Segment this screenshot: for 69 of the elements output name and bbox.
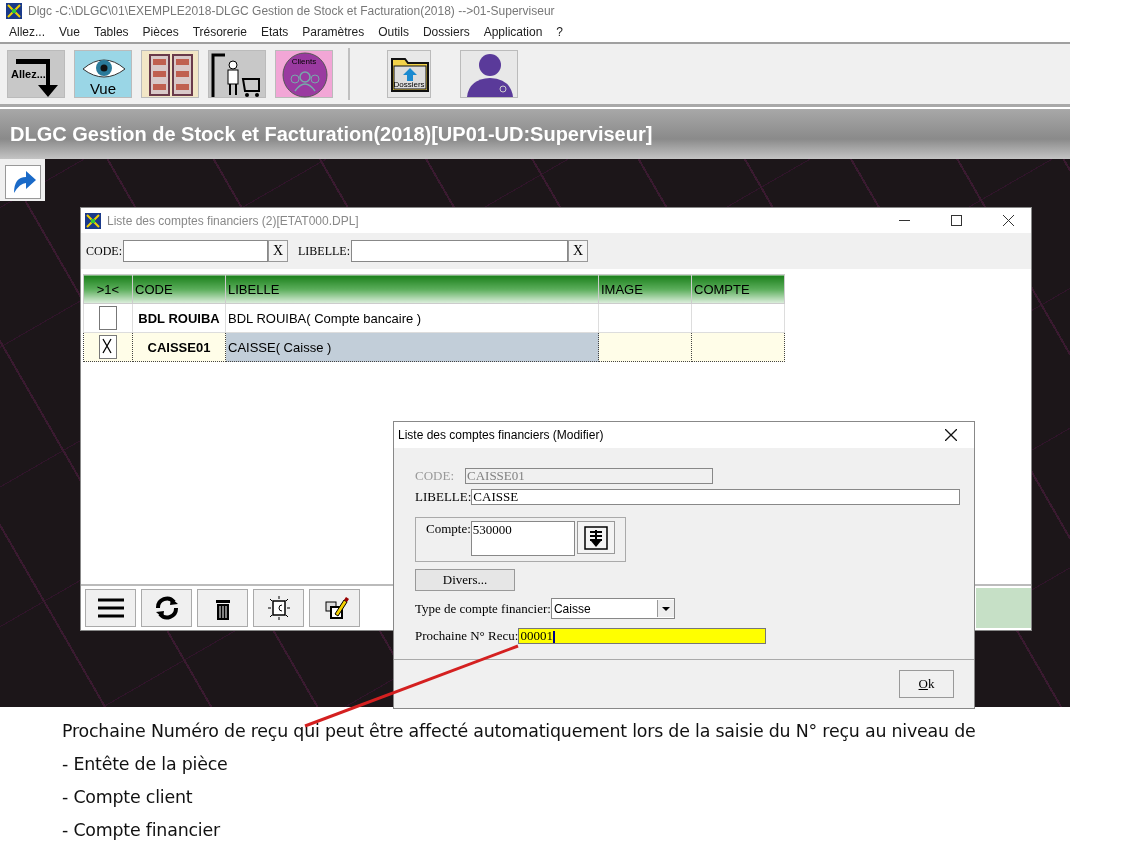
menu-item[interactable]: Etats [253,25,296,39]
table-cell: CAISSE( Caisse ) [225,332,599,362]
caret-icon [656,600,674,617]
menu-item[interactable]: Paramètres [295,25,372,39]
tool-button[interactable] [141,589,192,627]
column-header[interactable]: LIBELLE [225,274,599,304]
app-banner: DLGC Gestion de Stock et Facturation(2018)[UP01-UD:Superviseur] [0,109,1070,159]
status-panel [976,588,1031,628]
close-icon [1002,215,1014,226]
toolbar-button[interactable]: Allez... [7,50,65,98]
column-header[interactable]: IMAGE [598,274,692,304]
clear-button[interactable]: X [268,240,288,262]
table-cell: BDL ROUIBA [132,303,226,333]
column-header[interactable]: COMPTE [691,274,785,304]
toolbar-button[interactable] [460,50,518,98]
type-dropdown[interactable]: Caisse [550,598,675,619]
menu-item[interactable]: Trésorerie [185,25,254,39]
menu-item[interactable]: Outils [371,25,416,39]
menu-item[interactable]: Dossiers [415,25,477,39]
menu-icon [95,596,126,620]
field-label: Prochaine N° Recu: [415,628,519,644]
column-header[interactable]: >1< [83,274,133,304]
menu-item[interactable]: ? [549,25,571,39]
back-button[interactable] [5,165,41,199]
window-title: Liste des comptes financiers (2)[ETAT000.DPL] [107,213,360,228]
tool-button[interactable] [253,589,304,627]
field-label: LIBELLE: [415,489,472,505]
filter-label: CODE: [86,243,122,259]
field-label: Type de compte financier: [415,600,551,617]
table-cell: CAISSE01 [132,332,226,362]
filter-label: LIBELLE: [298,243,350,259]
annotation-item: - Compte financier [62,820,221,840]
table-cell: BDL ROUIBA( Compte bancaire ) [225,303,599,333]
app-icon [6,3,22,19]
menu-item[interactable]: Application [476,25,550,39]
field-label: CODE: [415,468,455,484]
filter-field[interactable] [123,240,268,262]
libelle-field[interactable]: CAISSE [471,489,961,505]
ok-button[interactable]: Ok [899,670,954,698]
toolbar-button[interactable] [208,50,266,98]
lookup-button[interactable] [576,521,615,554]
close-icon [945,429,957,441]
receipt-number-field[interactable]: 00001 [518,628,767,644]
toolbar-button[interactable]: Vue [74,50,132,98]
tool-button[interactable] [85,589,136,627]
annotation-item: - Entête de la pièce [62,754,229,774]
menu-item[interactable]: Allez... [2,25,52,39]
window-title: Dlgc -C:\DLGC\01\EXEMPLE2018-DLGC Gestion de Stock et Facturation(2018) -->01-Superviseur [28,4,555,18]
checkbox[interactable] [99,335,117,359]
annotation-item: - Compte client [62,787,194,807]
menu-item[interactable]: Pièces [135,25,186,39]
filter-field[interactable] [351,240,568,262]
app-icon [85,212,101,229]
menu-item[interactable]: Tables [86,25,136,39]
toolbar-button[interactable] [141,50,199,98]
menu-item[interactable]: Vue [52,25,87,39]
column-header[interactable]: CODE [132,274,226,304]
clear-button[interactable]: X [568,240,588,262]
annotation-text: Prochaine Numéro de reçu qui peut être affecté automatiquement lors de la saisie du N° reçu au niveau de [62,721,977,741]
tool-button[interactable] [309,589,360,627]
divers-button[interactable]: Divers... [415,569,515,591]
checkbox[interactable] [99,306,117,330]
tool-button[interactable] [197,589,248,627]
toolbar-button[interactable]: Dossiers [387,50,431,98]
field-label: Compte: [426,521,471,537]
account-field[interactable]: 530000 [470,521,575,556]
maximize-icon [950,215,962,226]
minimize-icon [898,219,910,222]
dialog-title: Liste des comptes financiers (Modifier) [398,428,605,442]
